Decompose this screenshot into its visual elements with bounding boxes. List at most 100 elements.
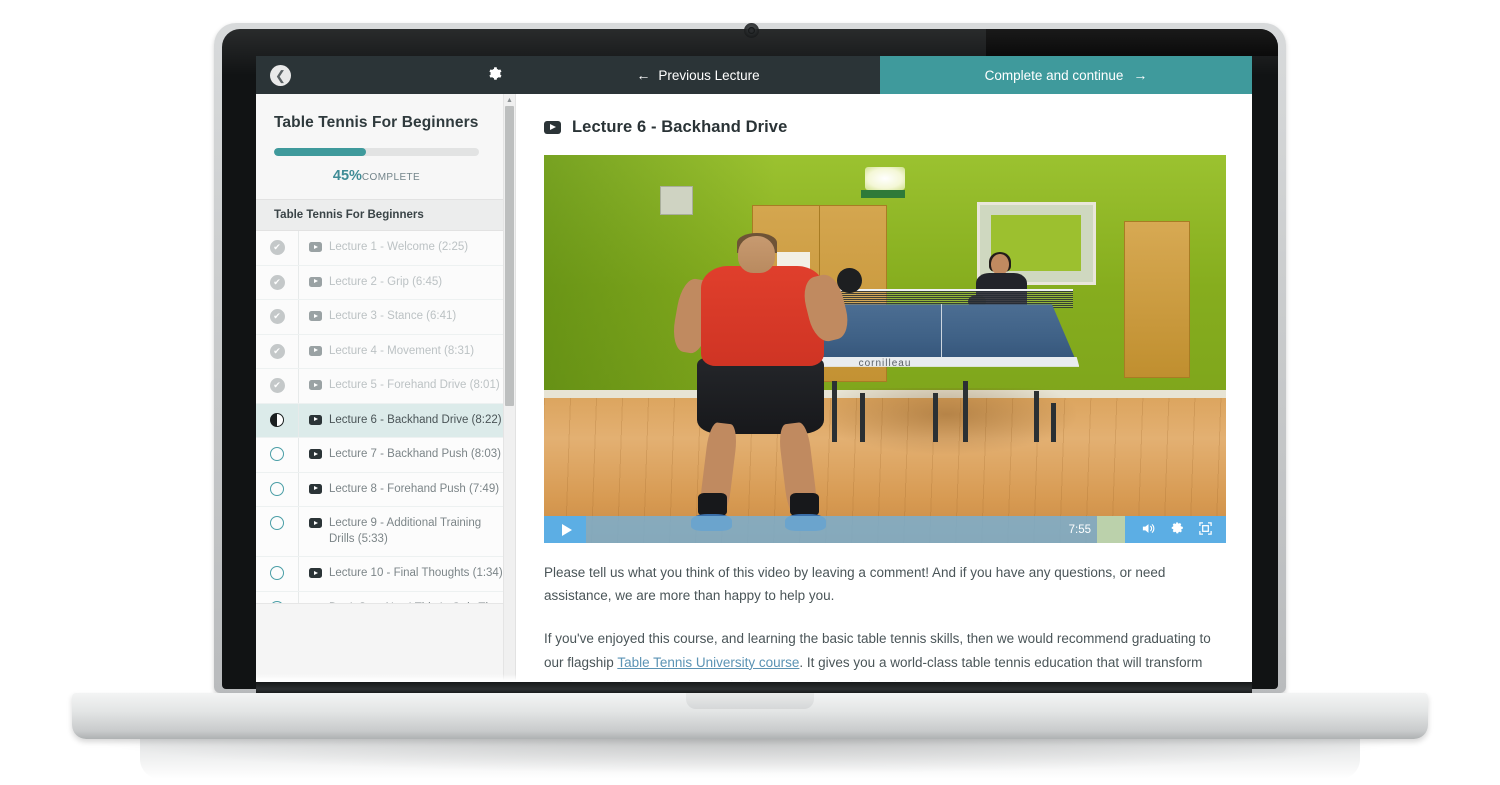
video-player-one-torso [700, 265, 824, 367]
empty-circle-icon [270, 447, 284, 462]
previous-lecture-label: Previous Lecture [658, 67, 760, 83]
lesson-paragraph-2: If you've enjoyed this course, and learn… [544, 627, 1216, 682]
lecture-list-item[interactable]: ✔ Lecture 2 - Grip (6:45) [256, 265, 515, 301]
lecture-status-cell [256, 507, 298, 531]
lecture-video-icon [309, 242, 322, 252]
video-player[interactable]: cornilleau 7:55 [544, 155, 1226, 543]
lecture-label-cell: Lecture 7 - Backhand Push (8:03) [298, 438, 515, 472]
lecture-status-cell: ✔ [256, 266, 298, 290]
lecture-video-icon [309, 380, 322, 391]
previous-lecture-button[interactable]: ← Previous Lecture [516, 56, 880, 94]
sidebar-header-bar: ❮ [256, 56, 516, 94]
video-player-one-bat [837, 267, 862, 293]
lecture-list-item[interactable]: Lecture 7 - Backhand Push (8:03) [256, 438, 515, 473]
video-table-leg [1033, 390, 1039, 443]
sidebar-empty-area [256, 603, 515, 682]
top-navigation-bar: ❮ ← Previous Lecture Complete and contin… [256, 56, 1252, 94]
lecture-list: ✔ Lecture 1 - Welcome (2:25) ✔ Lecture 2 - … [256, 231, 515, 603]
back-button[interactable]: ❮ [270, 64, 291, 86]
video-player-one-right-sock [789, 492, 819, 516]
lecture-list-item[interactable]: Lecture 8 - Forehand Push (7:49) [256, 472, 515, 508]
lecture-status-cell: ✔ [256, 300, 298, 325]
check-circle-icon: ✔ [269, 274, 285, 290]
lecture-label: Lecture 2 - Grip (6:45) [329, 275, 443, 288]
lecture-list-item[interactable]: ✔ Lecture 5 - Forehand Drive (8:01) [256, 369, 515, 404]
fullscreen-icon[interactable] [1198, 521, 1213, 538]
laptop-reflection [140, 739, 1360, 779]
video-scrubber[interactable] [586, 516, 1069, 543]
lecture-video-icon [309, 345, 322, 356]
scroll-up-arrow-icon[interactable]: ▲ [505, 96, 514, 105]
volume-icon[interactable] [1141, 522, 1156, 537]
screenshot-root: ❮ ← Previous Lecture Complete and contin… [0, 0, 1500, 785]
play-button[interactable] [544, 516, 586, 543]
progress-bar-fill [274, 148, 367, 156]
video-ceiling-light [864, 166, 906, 190]
course-progress-header: Table Tennis For Beginners 45%COMPLETE [256, 94, 515, 199]
lecture-status-cell [256, 592, 298, 603]
video-controls-right [1125, 516, 1226, 543]
lecture-label-cell: Lecture 3 - Stance (6:41) [298, 300, 515, 334]
lecture-video-icon [309, 276, 322, 287]
lecture-label: Lecture 1 - Welcome (2:25) [329, 241, 469, 253]
empty-circle-icon [270, 481, 284, 496]
video-table-leg [859, 392, 865, 443]
lecture-status-cell: ✔ [256, 231, 298, 255]
chevron-left-icon: ❮ [275, 67, 286, 83]
lecture-label: Lecture 3 - Stance (6:41) [329, 310, 457, 323]
table-tennis-university-link[interactable]: Table Tennis University course [617, 655, 799, 670]
lecture-list-item[interactable]: ✔ Lecture 1 - Welcome (2:25) [256, 231, 515, 266]
lecture-video-icon [309, 311, 322, 322]
check-circle-icon: ✔ [269, 343, 285, 359]
lecture-label: Lecture 5 - Forehand Drive (8:01) [329, 379, 500, 392]
scrollbar-thumb[interactable] [505, 106, 514, 406]
video-player-two-head [990, 253, 1010, 276]
lecture-status-cell [256, 473, 298, 496]
player-settings-gear-icon[interactable] [1170, 521, 1184, 538]
lecture-list-item[interactable]: ✔ Lecture 4 - Movement (8:31) [256, 334, 515, 370]
lecture-status-cell: ✔ [256, 369, 298, 394]
webcam-icon [748, 27, 755, 34]
progress-bar-track [274, 148, 479, 156]
lecture-label: Lecture 4 - Movement (8:31) [329, 344, 475, 357]
lecture-label-cell: Lecture 2 - Grip (6:45) [298, 265, 515, 300]
app-screen: ❮ ← Previous Lecture Complete and contin… [256, 56, 1252, 682]
video-wall-panel [659, 186, 693, 216]
lecture-status-cell: ✔ [256, 335, 298, 359]
empty-circle-icon [270, 516, 284, 531]
complete-and-continue-button[interactable]: Complete and continue → [880, 56, 1252, 94]
video-buffer-indicator [1097, 516, 1125, 543]
lecture-label-cell: Lecture 10 - Final Thoughts (1:34) [298, 557, 515, 591]
app-body: Table Tennis For Beginners 45%COMPLETE T… [256, 94, 1252, 682]
lecture-status-cell [256, 557, 298, 581]
settings-gear-button[interactable] [487, 66, 502, 84]
lecture-list-item[interactable]: ✔ Lecture 3 - Stance (6:41) [256, 300, 515, 335]
lecture-label: Lecture 6 - Backhand Drive (8:22) [329, 413, 502, 426]
lecture-label-cell: Lecture 9 - Additional Training Drills (… [298, 507, 515, 557]
gear-icon [489, 67, 502, 80]
lecture-video-icon [309, 449, 322, 460]
lecture-list-item[interactable]: Don't Stop Now! This Is Only The Beginni… [256, 591, 515, 603]
lecture-list-item[interactable]: Lecture 9 - Additional Training Drills (… [256, 507, 515, 558]
lecture-list-item[interactable]: Lecture 10 - Final Thoughts (1:34) [256, 557, 515, 592]
laptop-base-lip [686, 693, 814, 709]
video-time-remaining: 7:55 [1068, 523, 1091, 536]
video-table-leg [1051, 402, 1057, 443]
video-player-one-head [738, 236, 776, 274]
sidebar-scrollbar[interactable]: ▲ [503, 94, 515, 682]
lecture-label: Lecture 7 - Backhand Push (8:03) [329, 448, 501, 461]
video-table [809, 304, 1076, 361]
lecture-label-cell: Lecture 1 - Welcome (2:25) [298, 231, 515, 265]
lesson-paragraph-1: Please tell us what you think of this vi… [544, 565, 1166, 604]
lecture-list-item[interactable]: Lecture 6 - Backhand Drive (8:22) [256, 403, 515, 439]
progress-label: 45%COMPLETE [274, 167, 479, 185]
course-sidebar: Table Tennis For Beginners 45%COMPLETE T… [256, 94, 516, 682]
lecture-label-cell: Lecture 8 - Forehand Push (7:49) [298, 472, 515, 507]
video-controls-bar[interactable]: 7:55 [544, 516, 1226, 543]
video-play-icon [544, 121, 561, 134]
lesson-title-row: Lecture 6 - Backhand Drive [544, 118, 1220, 137]
video-table-leg [932, 392, 938, 443]
video-table-centerline [940, 304, 942, 361]
video-table-legs [817, 357, 1069, 443]
lecture-video-icon [309, 414, 322, 425]
